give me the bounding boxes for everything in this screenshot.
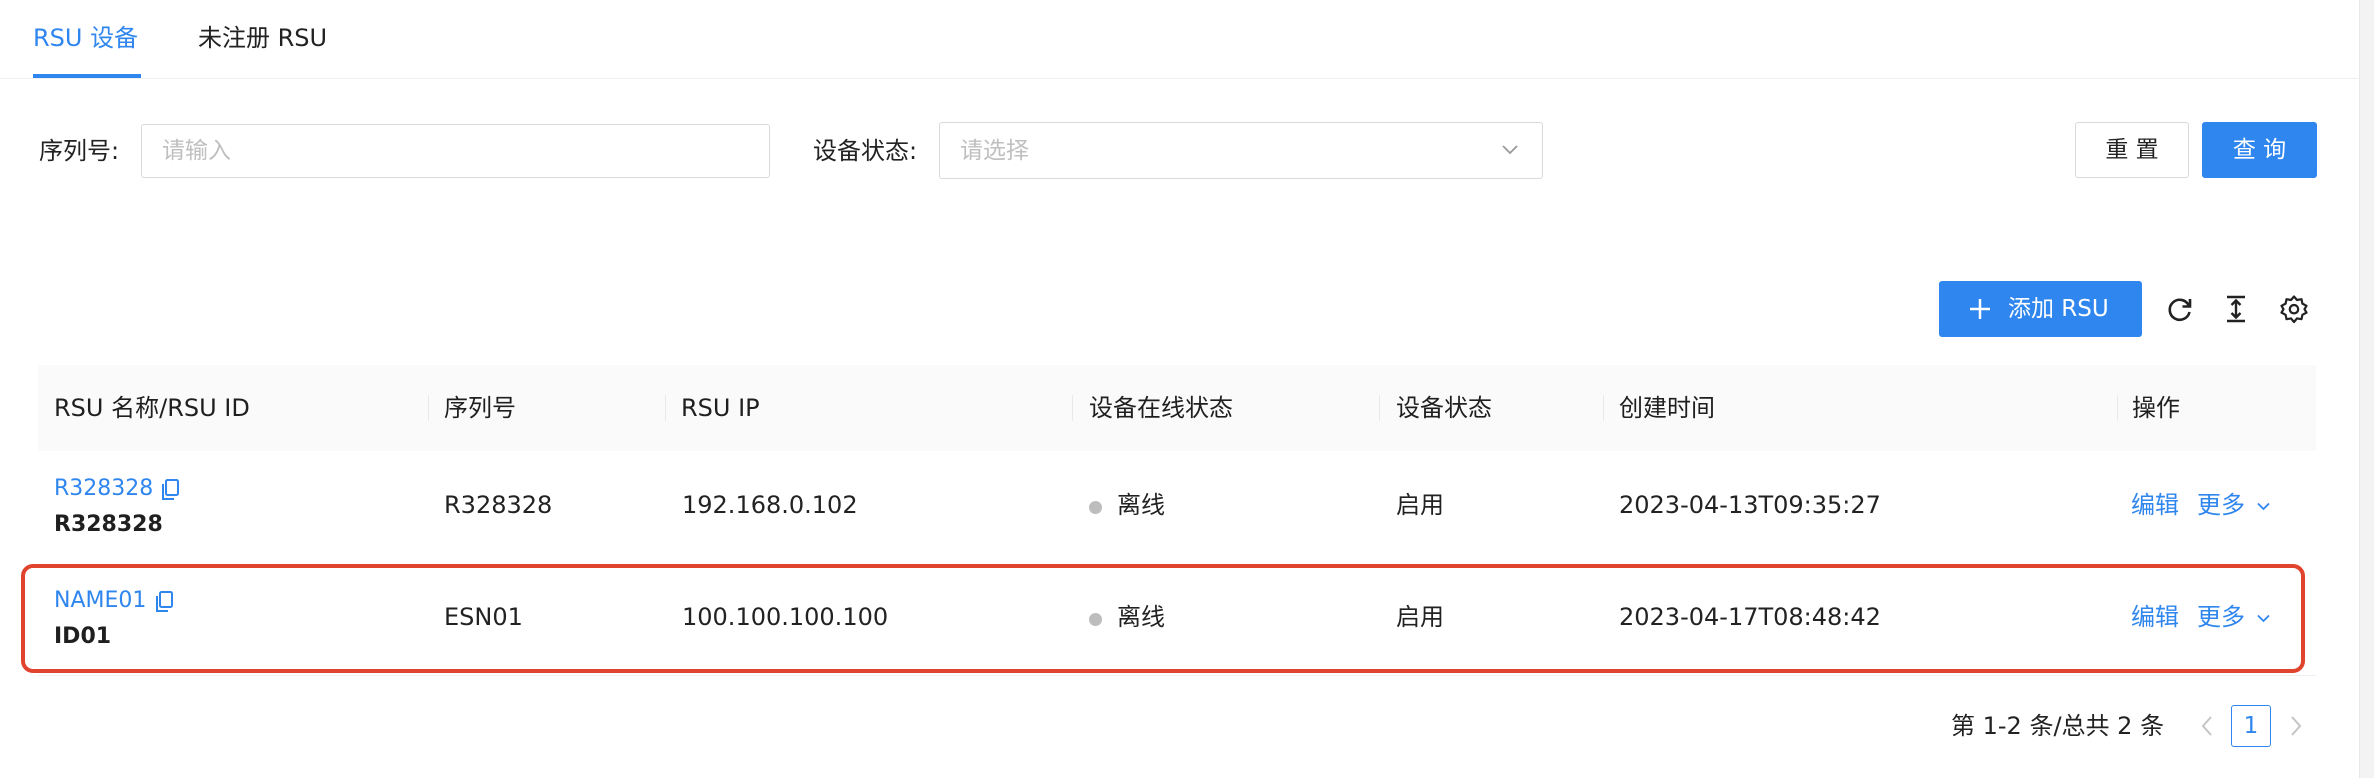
rsu-name-link[interactable]: R328328 <box>54 475 153 503</box>
column-header-serial: 序列号 <box>444 394 516 422</box>
column-header-actions: 操作 <box>2132 394 2180 422</box>
edit-link[interactable]: 编辑 <box>2131 489 2179 521</box>
page-number-button[interactable]: 1 <box>2231 705 2271 747</box>
offline-status-dot <box>1089 613 1102 626</box>
serial-number-label: 序列号: <box>39 137 120 165</box>
serial-number-input[interactable]: 请输入 <box>141 124 770 178</box>
column-divider <box>428 395 429 421</box>
column-header-online-status: 设备在线状态 <box>1089 394 1233 422</box>
column-header-name-id: RSU 名称/RSU ID <box>54 394 250 422</box>
device-status-select[interactable]: 请选择 <box>939 122 1543 179</box>
rsu-name-link[interactable]: NAME01 <box>54 587 146 615</box>
ip-cell: 100.100.100.100 <box>682 603 889 631</box>
pagination-summary: 第 1-2 条/总共 2 条 <box>1951 712 2165 740</box>
column-divider <box>1072 395 1073 421</box>
device-status-label: 设备状态: <box>813 137 918 165</box>
column-divider <box>1379 395 1380 421</box>
device-status-cell: 启用 <box>1396 491 1444 519</box>
add-rsu-label: 添加 RSU <box>2008 296 2109 322</box>
device-status-placeholder: 请选择 <box>960 138 1029 164</box>
tab-bar: RSU 设备 未注册 RSU <box>0 0 2358 79</box>
chevron-right-icon[interactable] <box>2285 713 2307 739</box>
device-status-cell: 启用 <box>1396 603 1444 631</box>
column-header-ip: RSU IP <box>681 394 760 422</box>
more-dropdown[interactable]: 更多 <box>2197 489 2245 521</box>
add-rsu-button[interactable]: 添加 RSU <box>1939 281 2142 337</box>
column-header-device-status: 设备状态 <box>1396 394 1492 422</box>
chevron-down-icon <box>1502 145 1518 155</box>
query-button[interactable]: 查 询 <box>2202 122 2317 178</box>
online-status-cell: 离线 <box>1117 491 1165 519</box>
scrollbar-track[interactable] <box>2359 0 2374 778</box>
ip-cell: 192.168.0.102 <box>682 491 858 519</box>
created-time-cell: 2023-04-17T08:48:42 <box>1619 603 1881 631</box>
serial-cell: R328328 <box>444 491 553 519</box>
created-time-cell: 2023-04-13T09:35:27 <box>1619 491 1881 519</box>
serial-cell: ESN01 <box>444 603 523 631</box>
rsu-id: R328328 <box>54 512 163 537</box>
table-header: RSU 名称/RSU ID 序列号 RSU IP 设备在线状态 设备状态 创建时… <box>38 365 2316 452</box>
copy-icon[interactable] <box>160 478 180 502</box>
column-height-icon[interactable] <box>2221 294 2251 324</box>
chevron-down-icon <box>2257 614 2270 623</box>
offline-status-dot <box>1089 501 1102 514</box>
chevron-left-icon[interactable] <box>2196 713 2218 739</box>
tab-rsu-devices[interactable]: RSU 设备 <box>33 22 138 54</box>
copy-icon[interactable] <box>154 590 174 614</box>
rsu-id: ID01 <box>54 624 112 649</box>
table-row: NAME01 ID01 ESN01 100.100.100.100 离线 启用 … <box>38 563 2316 676</box>
chevron-down-icon <box>2257 502 2270 511</box>
column-divider <box>665 395 666 421</box>
serial-number-placeholder: 请输入 <box>162 138 231 164</box>
active-tab-indicator <box>33 74 141 78</box>
column-divider <box>2117 395 2118 421</box>
column-header-created: 创建时间 <box>1619 394 1715 422</box>
edit-link[interactable]: 编辑 <box>2131 601 2179 633</box>
plus-icon <box>1970 299 1990 319</box>
settings-icon[interactable] <box>2279 294 2309 324</box>
reset-button[interactable]: 重 置 <box>2075 122 2189 178</box>
online-status-cell: 离线 <box>1117 603 1165 631</box>
column-divider <box>1603 395 1604 421</box>
more-dropdown[interactable]: 更多 <box>2197 601 2245 633</box>
tab-unregistered-rsu[interactable]: 未注册 RSU <box>198 22 327 54</box>
table-row: R328328 R328328 R328328 192.168.0.102 离线… <box>38 451 2316 564</box>
refresh-icon[interactable] <box>2165 294 2195 324</box>
